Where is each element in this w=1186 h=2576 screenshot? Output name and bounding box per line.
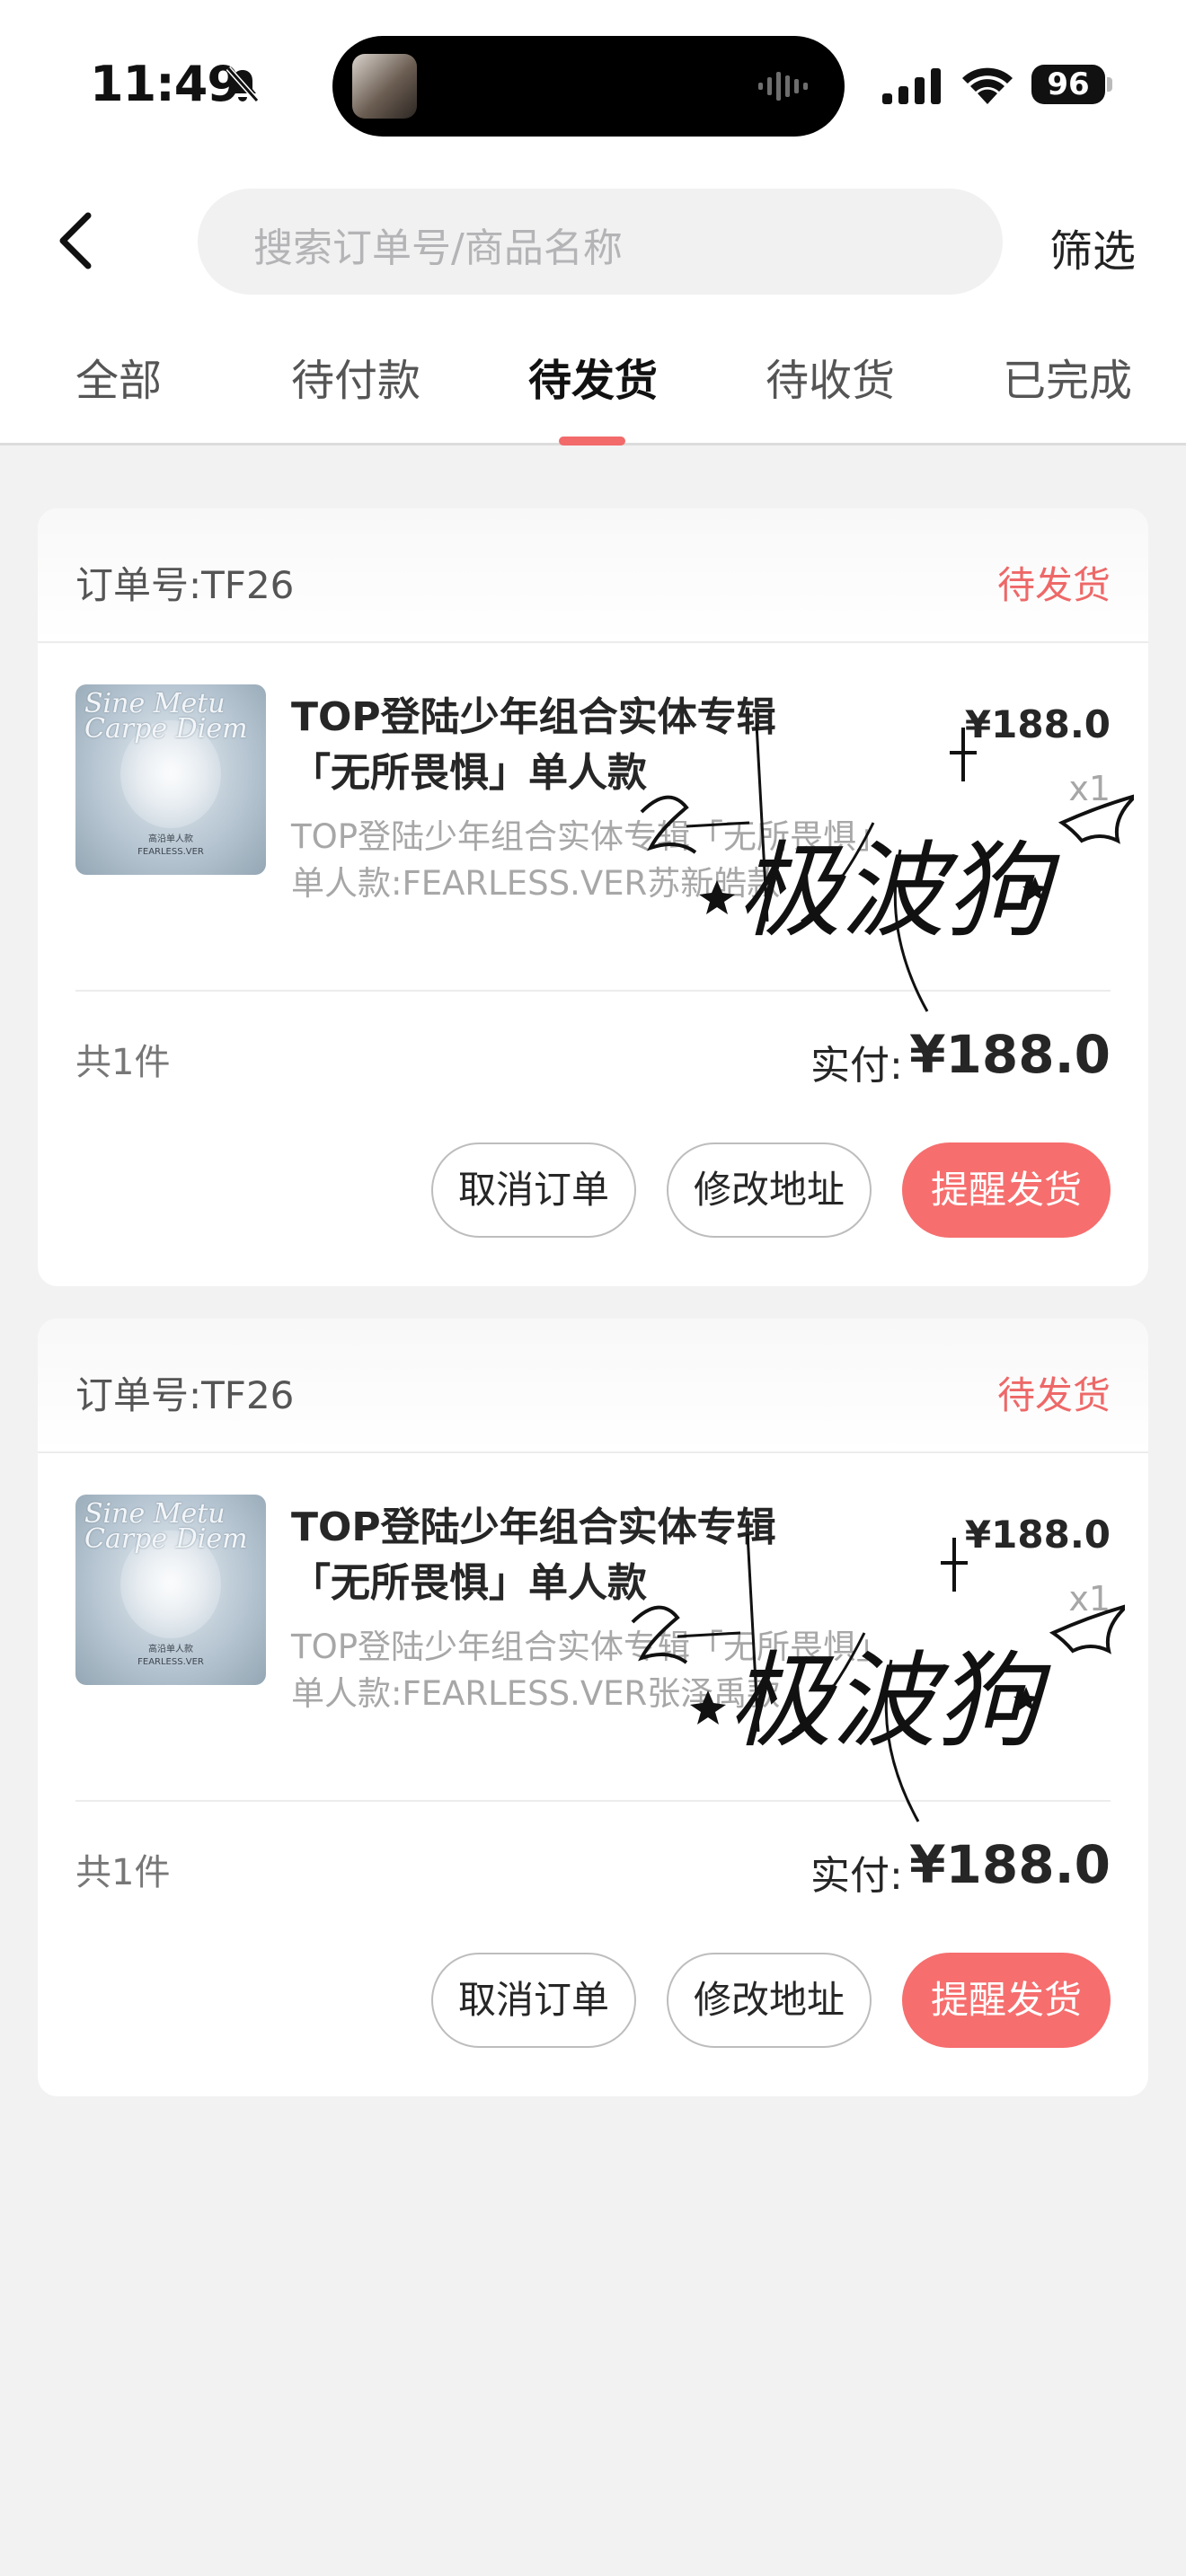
item-count: 共1件: [75, 1852, 171, 1893]
order-status: 待发货: [996, 1373, 1111, 1417]
order-card[interactable]: 订单号:TF26 待发货 Sine Metu Carpe Diem 高沿单人款 …: [38, 1319, 1148, 2096]
cellular-signal-icon: [882, 68, 941, 104]
product-thumbnail[interactable]: Sine Metu Carpe Diem 高沿单人款 FEARLESS.VER: [75, 1495, 266, 1685]
unit-price: ¥188.0: [964, 1513, 1111, 1557]
tab-completed[interactable]: 已完成: [1003, 345, 1132, 408]
wifi-icon: [962, 67, 1013, 104]
product-spec: TOP登陆少年组合实体专辑「无所畏惧」单人款:FEARLESS.VER苏新皓款: [291, 817, 873, 903]
paid-label: 实付:: [810, 1853, 903, 1899]
bell-muted-icon: [226, 66, 260, 102]
status-time: 11:49: [90, 56, 241, 112]
order-status: 待发货: [996, 563, 1111, 607]
tab-pending-receipt[interactable]: 待收货: [766, 345, 895, 408]
remind-shipment-button[interactable]: 提醒发货: [902, 1953, 1111, 2048]
unit-price: ¥188.0: [964, 702, 1111, 746]
battery-icon: 96: [1031, 65, 1112, 104]
order-number: 订单号:TF26: [75, 563, 295, 607]
divider: [75, 990, 1111, 992]
quantity: x1: [1068, 1579, 1111, 1619]
battery-level: 96: [1031, 65, 1105, 104]
remind-shipment-button[interactable]: 提醒发货: [902, 1142, 1111, 1238]
product-title[interactable]: TOP登陆少年组合实体专辑「无所畏惧」单人款: [291, 690, 848, 801]
divider: [75, 1800, 1111, 1802]
tab-all[interactable]: 全部: [75, 345, 162, 408]
order-status-tabs: 全部 待付款 待发货 待收货 已完成: [0, 345, 1186, 435]
filter-button[interactable]: 筛选: [1049, 216, 1136, 278]
album-cover-script: Sine Metu Carpe Diem: [84, 1498, 248, 1555]
audio-waveform-icon: [758, 72, 808, 101]
product-spec: TOP登陆少年组合实体专辑「无所畏惧」单人款:FEARLESS.VER张泽禹款: [291, 1628, 873, 1713]
now-playing-artwork: [352, 54, 417, 119]
paid-label: 实付:: [810, 1043, 903, 1089]
search-input[interactable]: 搜索订单号/商品名称: [198, 189, 1003, 295]
dynamic-island[interactable]: [332, 36, 845, 137]
item-count: 共1件: [75, 1042, 171, 1083]
edit-address-button[interactable]: 修改地址: [667, 1953, 872, 2048]
order-number: 订单号:TF26: [75, 1373, 295, 1417]
cancel-order-button[interactable]: 取消订单: [431, 1953, 636, 2048]
order-header: 订单号:TF26 待发货: [38, 1319, 1148, 1453]
product-thumbnail[interactable]: Sine Metu Carpe Diem 高沿单人款 FEARLESS.VER: [75, 684, 266, 875]
edit-address-button[interactable]: 修改地址: [667, 1142, 872, 1238]
search-placeholder: 搜索订单号/商品名称: [253, 225, 623, 271]
quantity: x1: [1068, 769, 1111, 808]
album-cover-caption: 高沿单人款 FEARLESS.VER: [137, 834, 204, 857]
back-arrow-icon[interactable]: [52, 208, 99, 273]
cancel-order-button[interactable]: 取消订单: [431, 1142, 636, 1238]
top-bar: 11:49 96 搜索订单号/商品名称 筛选 全部 待付款 待发货 待收货 已完…: [0, 0, 1186, 446]
tab-pending-payment[interactable]: 待付款: [291, 345, 420, 408]
album-cover-script: Sine Metu Carpe Diem: [84, 688, 248, 745]
order-card[interactable]: 订单号:TF26 待发货 Sine Metu Carpe Diem 高沿单人款 …: [38, 508, 1148, 1286]
product-title[interactable]: TOP登陆少年组合实体专辑「无所畏惧」单人款: [291, 1500, 848, 1611]
album-cover-caption: 高沿单人款 FEARLESS.VER: [137, 1645, 204, 1667]
paid-amount: ¥188.0: [909, 1834, 1111, 1895]
tab-pending-shipment[interactable]: 待发货: [528, 345, 658, 408]
active-tab-indicator: [559, 437, 625, 446]
order-header: 订单号:TF26 待发货: [38, 508, 1148, 643]
paid-amount: ¥188.0: [909, 1024, 1111, 1085]
